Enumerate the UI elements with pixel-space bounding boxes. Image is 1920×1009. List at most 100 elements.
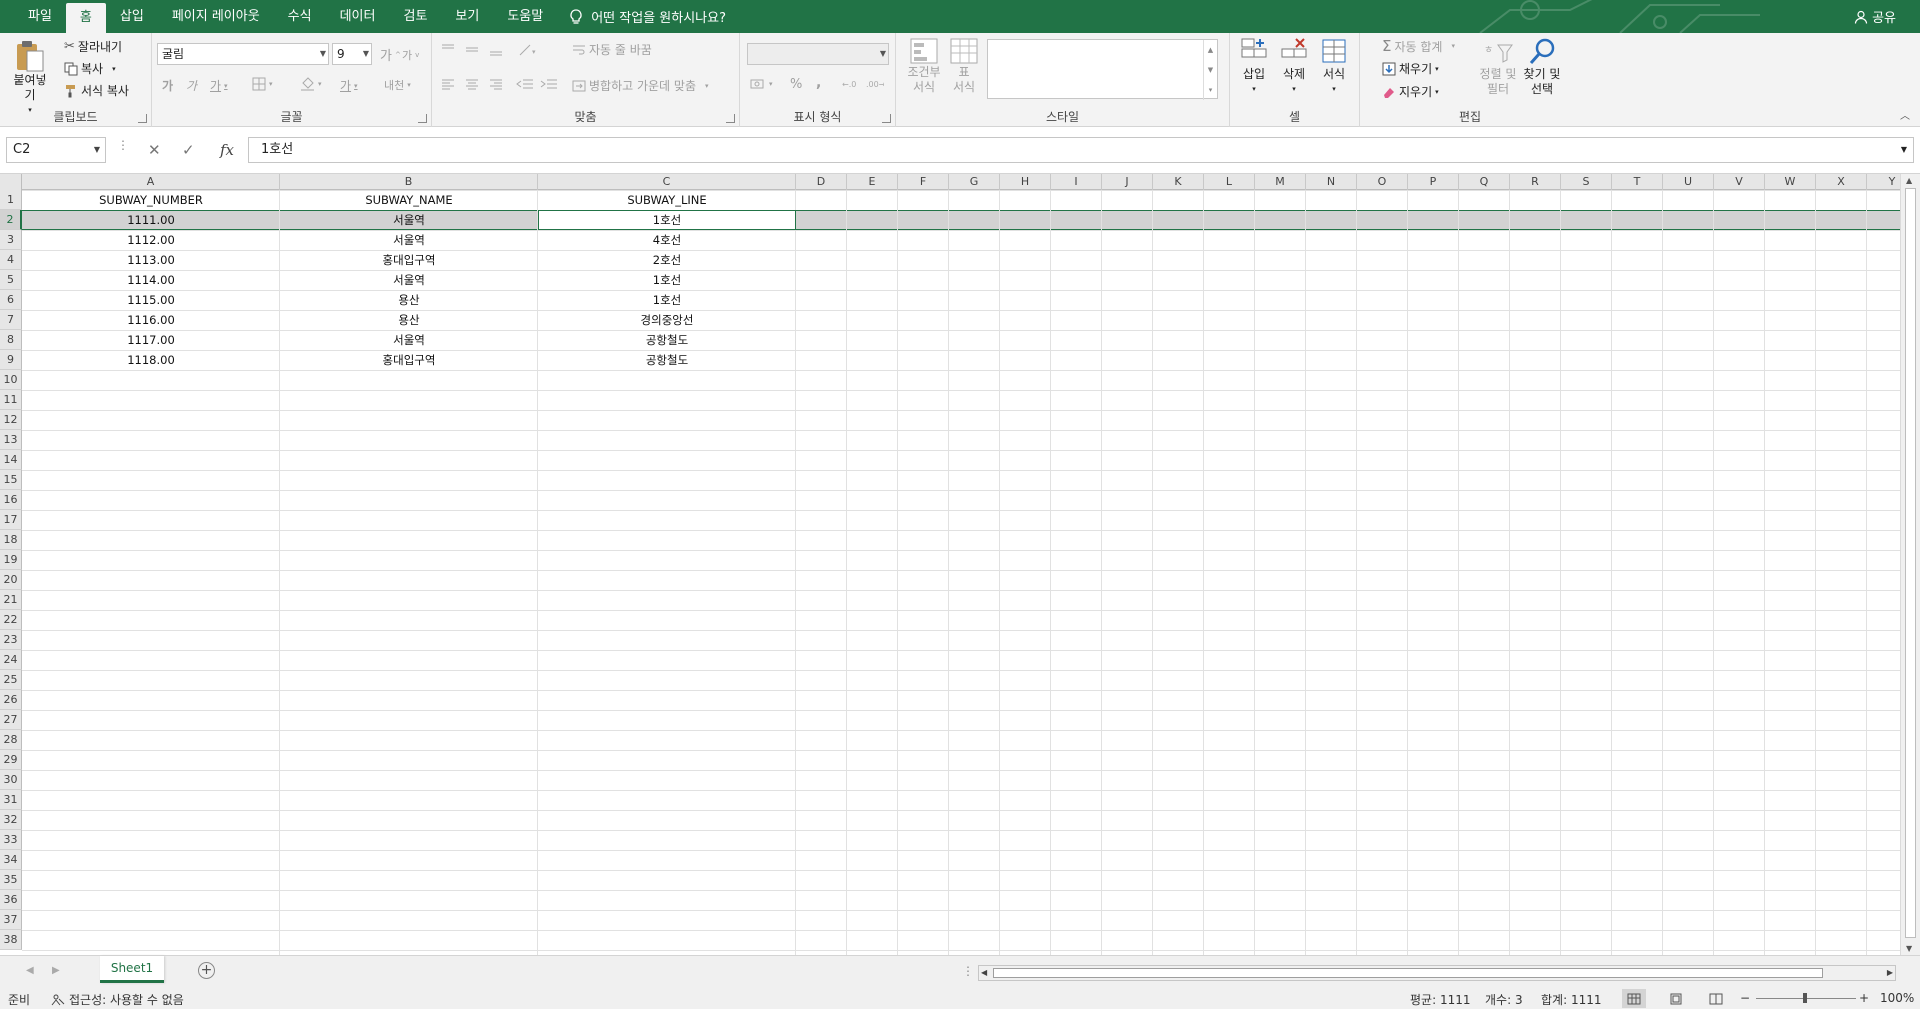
scroll-down-icon[interactable]: ▼ [1906,944,1912,953]
column-header[interactable]: E [847,174,898,190]
column-title-cell[interactable]: SUBWAY_NUMBER [22,190,280,210]
column-header[interactable]: C [538,174,796,190]
align-right-icon[interactable] [488,77,504,91]
column-header[interactable]: V [1714,174,1765,190]
menu-tab[interactable]: 데이터 [326,0,390,33]
row-header[interactable]: 15 [0,470,22,490]
normal-view-button[interactable] [1622,989,1646,1008]
column-header[interactable]: P [1408,174,1459,190]
decrease-indent-icon[interactable] [516,77,534,91]
font-name-select[interactable]: 굴림 ▼ [157,43,329,65]
format-cells-button[interactable]: 서식 ▾ [1316,37,1352,97]
gallery-down-icon[interactable]: ▼ [1203,60,1217,80]
fill-color-button[interactable]: ▾ [300,77,322,91]
borders-button[interactable]: ▾ [252,77,273,91]
data-cell[interactable]: 공항철도 [538,330,796,350]
row-header[interactable]: 27 [0,710,22,730]
find-select-button[interactable]: 찾기 및 선택 [1520,37,1564,97]
data-cell[interactable]: 1116.00 [22,310,280,330]
data-cell[interactable]: 1113.00 [22,250,280,270]
page-break-view-button[interactable] [1704,989,1728,1008]
decrease-decimal-icon[interactable]: .00→ [866,77,884,91]
row-header[interactable]: 30 [0,770,22,790]
row-header[interactable]: 28 [0,730,22,750]
format-painter-button[interactable]: 서식 복사 [64,82,129,99]
row-header[interactable]: 10 [0,370,22,390]
menu-tab[interactable]: 삽입 [106,0,158,33]
data-cell[interactable]: 1115.00 [22,290,280,310]
column-header[interactable]: Q [1459,174,1510,190]
data-cell[interactable]: 경의중앙선 [538,310,796,330]
clipboard-dialog-launcher[interactable] [138,114,147,123]
row-header[interactable]: 3 [0,230,22,250]
data-cell[interactable]: 1호선 [538,210,796,230]
italic-button[interactable]: 가 [186,77,197,94]
font-size-select[interactable]: 9 ▼ [332,43,372,65]
row-header[interactable]: 35 [0,870,22,890]
row-header[interactable]: 17 [0,510,22,530]
vertical-scroll-thumb[interactable] [1905,188,1916,938]
row-header[interactable]: 22 [0,610,22,630]
column-header[interactable]: N [1306,174,1357,190]
insert-function-button[interactable]: fx [220,137,234,163]
row-header[interactable]: 36 [0,890,22,910]
row-header[interactable]: 19 [0,550,22,570]
data-cell[interactable]: 1112.00 [22,230,280,250]
row-header[interactable]: 33 [0,830,22,850]
data-cell[interactable]: 1114.00 [22,270,280,290]
grow-font-button[interactable]: 가 ^ [380,45,401,64]
row-header[interactable]: 11 [0,390,22,410]
data-cell[interactable]: 서울역 [280,270,538,290]
column-header[interactable]: X [1816,174,1867,190]
data-cell[interactable]: 1117.00 [22,330,280,350]
formula-bar-grip-icon[interactable]: ⋮ [117,138,129,152]
formula-input[interactable]: 1호선 ▼ [248,137,1914,163]
row-header[interactable]: 21 [0,590,22,610]
number-dialog-launcher[interactable] [882,114,891,123]
row-header[interactable]: 26 [0,690,22,710]
accessibility-status[interactable]: 접근성: 사용할 수 없음 [50,991,184,1008]
row-header[interactable]: 25 [0,670,22,690]
column-header[interactable]: K [1153,174,1204,190]
row-header[interactable]: 38 [0,930,22,950]
increase-indent-icon[interactable] [540,77,558,91]
clear-button[interactable]: 지우기 ▾ [1382,83,1439,100]
row-header[interactable]: 16 [0,490,22,510]
column-header[interactable]: R [1510,174,1561,190]
format-as-table-button[interactable]: 표 서식 [946,37,982,95]
collapse-ribbon-icon[interactable]: ︿ [1900,107,1910,122]
next-sheet-icon[interactable]: ▶ [52,965,60,976]
paste-button[interactable]: 붙여넣기 ▾ [8,39,52,118]
data-cell[interactable]: 1호선 [538,290,796,310]
tab-split-grip-icon[interactable]: ⋮ [962,964,974,978]
expand-formula-bar-icon[interactable]: ▼ [1901,138,1907,162]
menu-tab[interactable]: 수식 [274,0,326,33]
shrink-font-button[interactable]: 가v [402,47,419,63]
increase-decimal-icon[interactable]: ←.0 [842,77,860,91]
row-header[interactable]: 6 [0,290,22,310]
row-header[interactable]: 24 [0,650,22,670]
font-dialog-launcher[interactable] [418,114,427,123]
column-header[interactable]: T [1612,174,1663,190]
column-header[interactable]: D [796,174,847,190]
underline-button[interactable]: 가 ▾ [210,77,228,94]
column-header[interactable]: B [280,174,538,190]
menu-tab[interactable]: 파일 [14,0,66,33]
row-header[interactable]: 34 [0,850,22,870]
column-header[interactable]: S [1561,174,1612,190]
row-header[interactable]: 8 [0,330,22,350]
data-cell[interactable]: 서울역 [280,210,538,230]
font-color-button[interactable]: 가 ▾ [340,77,358,94]
zoom-slider-thumb[interactable] [1803,993,1807,1003]
delete-cells-button[interactable]: 삭제 ▾ [1276,37,1312,97]
cells-area[interactable]: SUBWAY_NUMBER SUBWAY_NAME SUBWAY_LINE 1111.… [22,190,1918,955]
data-cell[interactable]: 2호선 [538,250,796,270]
bold-button[interactable]: 가 [162,77,173,94]
orientation-icon[interactable]: ▾ [518,43,540,57]
row-header[interactable]: 5 [0,270,22,290]
row-header[interactable]: 29 [0,750,22,770]
merge-center-button[interactable]: 병합하고 가운데 맞춤 ▾ [572,77,709,94]
row-header[interactable]: 14 [0,450,22,470]
align-center-icon[interactable] [464,77,480,91]
horizontal-scroll-thumb[interactable] [993,968,1823,978]
